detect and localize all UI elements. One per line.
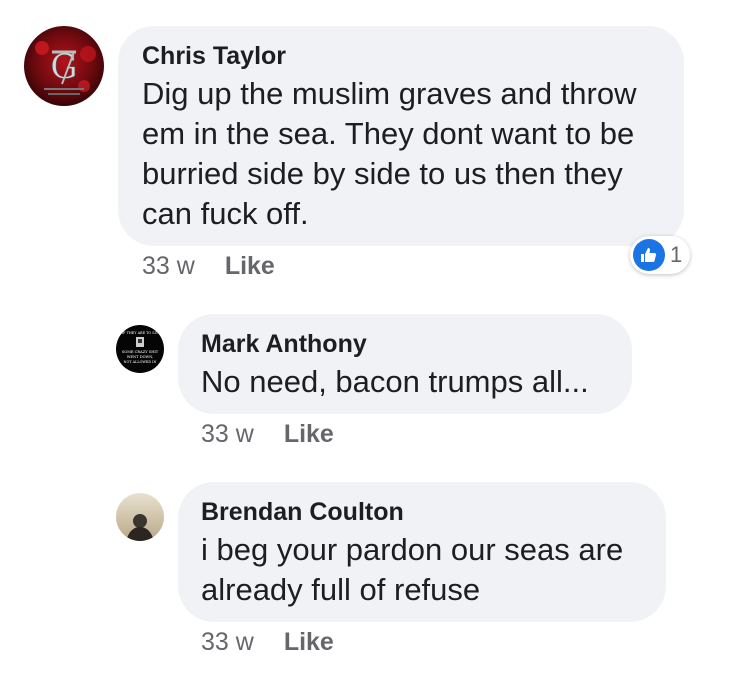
reaction-badge[interactable]: 1 (630, 236, 691, 274)
avatar-image: G (24, 26, 104, 106)
comment-author[interactable]: Chris Taylor (142, 42, 286, 71)
comment-author[interactable]: Brendan Coulton (201, 498, 404, 527)
avatar-chris-taylor[interactable]: G (24, 26, 104, 106)
avatar-image: IF THEY ARE TO SIT SOME CRAZY SHIT WENT … (116, 325, 164, 373)
svg-text:SOME CRAZY SHIT: SOME CRAZY SHIT (122, 350, 159, 354)
comment-meta: 33 w Like (142, 252, 275, 281)
svg-text:WENT DOWN,: WENT DOWN, (127, 355, 154, 359)
comment-text: i beg your pardon our seas are already f… (201, 532, 624, 607)
comment-text: No need, bacon trumps all... (201, 364, 589, 399)
comment-author[interactable]: Mark Anthony (201, 330, 367, 359)
comment-time[interactable]: 33 w (201, 628, 254, 656)
avatar-mark-anthony[interactable]: IF THEY ARE TO SIT SOME CRAZY SHIT WENT … (116, 325, 164, 373)
like-button[interactable]: Like (284, 628, 334, 656)
reaction-count: 1 (670, 242, 683, 267)
comment-time[interactable]: 33 w (201, 420, 254, 448)
avatar-image (116, 493, 164, 541)
comment-meta: 33 w Like (201, 420, 334, 449)
comment-time[interactable]: 33 w (142, 252, 195, 280)
like-button[interactable]: Like (284, 420, 334, 448)
avatar-brendan-coulton[interactable] (116, 493, 164, 541)
comment-meta: 33 w Like (201, 628, 334, 657)
thumbs-up-icon (633, 239, 665, 271)
like-button[interactable]: Like (225, 252, 275, 280)
svg-text:NOT ALLOWED IN: NOT ALLOWED IN (124, 360, 157, 364)
svg-text:IF THEY ARE TO SIT: IF THEY ARE TO SIT (122, 331, 159, 335)
comment-text: Dig up the muslim graves and throw em in… (142, 76, 637, 231)
